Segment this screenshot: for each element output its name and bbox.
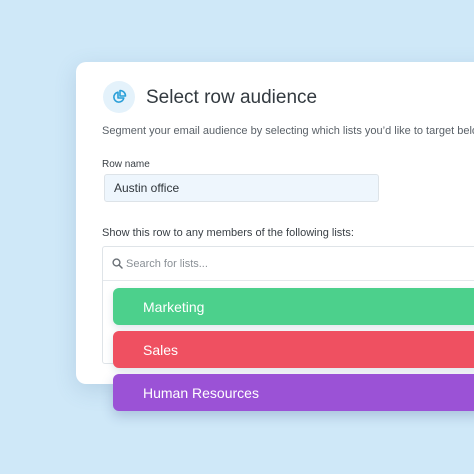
list-item-marketing[interactable]: Marketing	[113, 288, 474, 325]
list-item-label: Marketing	[143, 298, 205, 315]
list-item-human-resources[interactable]: Human Resources	[113, 374, 474, 411]
row-name-input[interactable]	[104, 174, 379, 202]
row-name-label: Row name	[102, 159, 150, 170]
search-icon	[112, 258, 123, 269]
list-item-label: Human Resources	[143, 384, 259, 401]
pie-chart-icon	[103, 81, 135, 113]
dialog-title: Select row audience	[146, 87, 318, 108]
list-item-label: Sales	[143, 341, 179, 358]
list-item-sales[interactable]: Sales	[113, 331, 474, 368]
lists-label: Show this row to any members of the foll…	[102, 227, 354, 239]
list-search-row	[103, 247, 474, 281]
stage: Select row audience Segment your email a…	[0, 0, 474, 474]
list-search-input[interactable]	[126, 257, 376, 270]
dialog-subtitle: Segment your email audience by selecting…	[102, 125, 474, 137]
